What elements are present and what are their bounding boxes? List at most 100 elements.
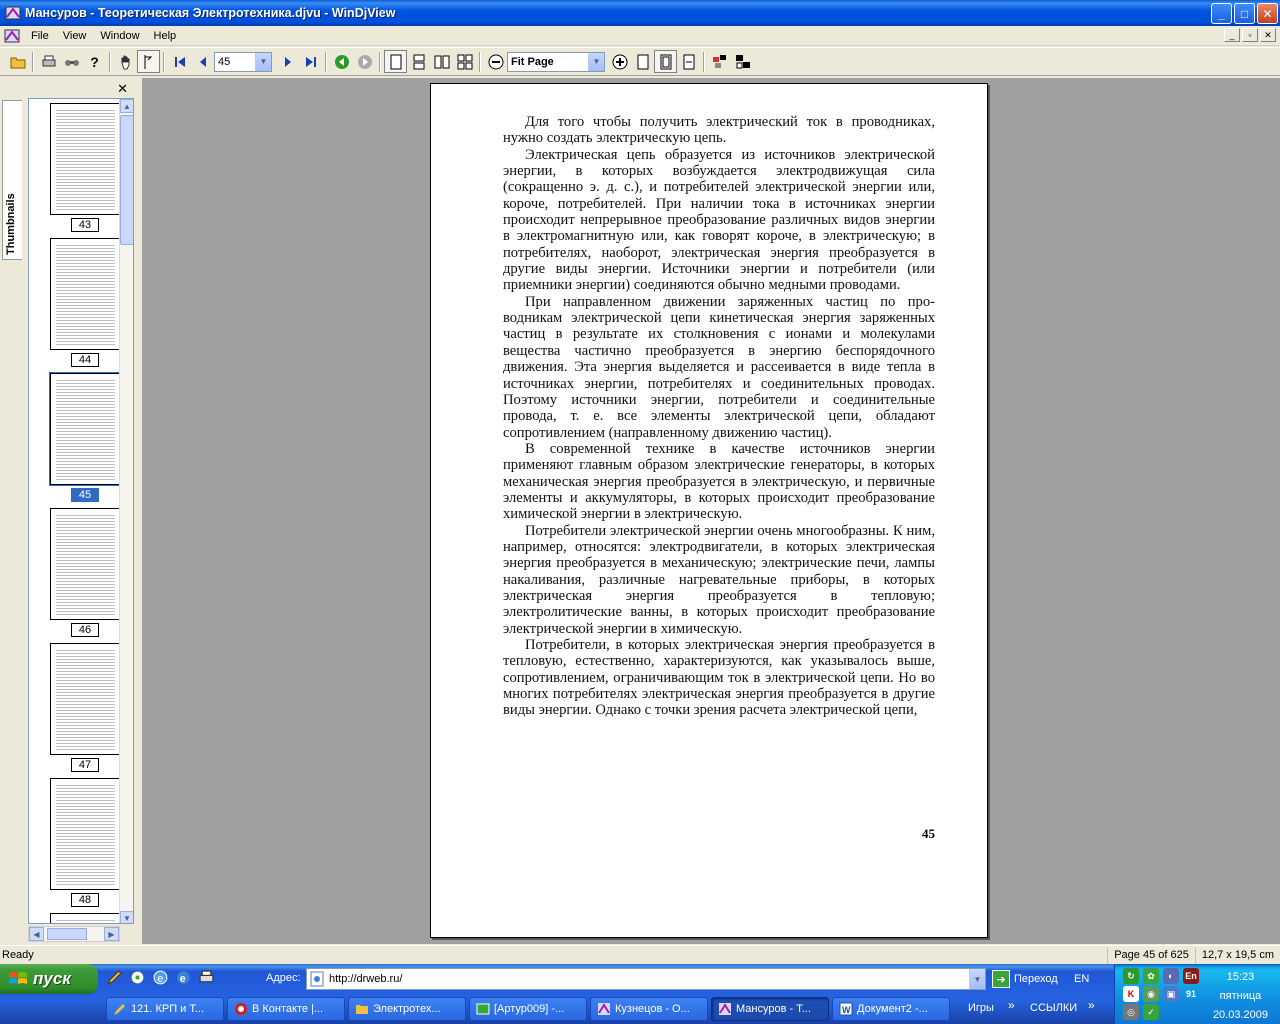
- zoom-combo[interactable]: Fit Page ▼: [507, 51, 605, 72]
- actual-size-icon[interactable]: [631, 50, 654, 73]
- kaspersky-icon[interactable]: K: [1123, 986, 1139, 1002]
- tab-thumbnails[interactable]: Thumbnails: [2, 100, 22, 260]
- thumbnail-43[interactable]: 43: [50, 103, 120, 232]
- help-icon[interactable]: ?: [83, 50, 106, 73]
- thumbnail-46[interactable]: 46: [50, 508, 120, 637]
- scrollbar-thumb[interactable]: [47, 928, 87, 940]
- open-folder-icon[interactable]: [6, 50, 29, 73]
- thumbnail-47[interactable]: 47: [50, 643, 120, 772]
- thumbnail-page[interactable]: [50, 913, 120, 923]
- close-button[interactable]: ✕: [1257, 3, 1278, 24]
- thumbnail-48[interactable]: 48: [50, 778, 120, 907]
- printer-icon[interactable]: [198, 969, 215, 986]
- task-button-active[interactable]: Мансуров - Т...: [711, 997, 829, 1021]
- language-icon[interactable]: En: [1183, 968, 1199, 984]
- chevron-down-icon[interactable]: ▼: [588, 52, 604, 71]
- thumbnail-45[interactable]: 45: [49, 372, 121, 502]
- antivirus-icon[interactable]: ◐: [1163, 968, 1179, 984]
- fit-width-icon[interactable]: [677, 50, 700, 73]
- thumbnail-page[interactable]: [50, 508, 120, 620]
- page-number-combo[interactable]: 45 ▼: [214, 51, 272, 72]
- address-input[interactable]: http://drweb.ru/: [329, 973, 969, 985]
- update-icon[interactable]: ◎: [1123, 1004, 1139, 1020]
- thumbnail-hscrollbar[interactable]: ◀ ▶: [28, 926, 120, 942]
- browser-icon[interactable]: e: [152, 969, 169, 986]
- icq-icon[interactable]: ✿: [1143, 968, 1159, 984]
- doc-close-button[interactable]: ✕: [1260, 28, 1276, 42]
- close-icon[interactable]: ✕: [117, 81, 128, 97]
- prev-page-icon[interactable]: [191, 50, 214, 73]
- nvidia-icon[interactable]: ◉: [1143, 986, 1159, 1002]
- clock[interactable]: 15:23 пятница 20.03.2009: [1213, 968, 1268, 1024]
- document-view[interactable]: Для того чтобы получить электрический то…: [142, 78, 1280, 944]
- back-icon[interactable]: [330, 50, 353, 73]
- toolbar-chevron-icon[interactable]: »: [1008, 998, 1015, 1012]
- tray-counter[interactable]: 91: [1183, 986, 1199, 1002]
- select-tool-icon[interactable]: [137, 50, 160, 73]
- task-button[interactable]: В Контакте |...: [227, 997, 345, 1021]
- refresh-icon[interactable]: ↻: [1123, 968, 1139, 984]
- maximize-button[interactable]: □: [1234, 3, 1255, 24]
- thumbnail-page[interactable]: [50, 103, 120, 215]
- document-page[interactable]: Для того чтобы получить электрический то…: [430, 83, 988, 938]
- task-button[interactable]: 121. КРП и Т...: [106, 997, 224, 1021]
- hand-tool-icon[interactable]: [114, 50, 137, 73]
- task-button[interactable]: [Артур009] -...: [469, 997, 587, 1021]
- menu-file[interactable]: File: [24, 28, 56, 44]
- thumbnail-page[interactable]: [50, 643, 120, 755]
- zoom-out-icon[interactable]: [484, 50, 507, 73]
- forward-icon[interactable]: [353, 50, 376, 73]
- thumbnail-49[interactable]: [50, 913, 120, 923]
- print-icon[interactable]: [37, 50, 60, 73]
- task-button[interactable]: Кузнецов - О...: [590, 997, 708, 1021]
- thumbnail-page[interactable]: [50, 238, 120, 350]
- find-icon[interactable]: [60, 50, 83, 73]
- thumbnail-44[interactable]: 44: [50, 238, 120, 367]
- layers-icon[interactable]: [731, 50, 754, 73]
- chevron-down-icon[interactable]: ▼: [255, 52, 271, 71]
- ie-icon[interactable]: e: [175, 969, 192, 986]
- thumbnail-scrollbar[interactable]: ▲ ▼: [119, 99, 133, 923]
- zoom-in-icon[interactable]: [608, 50, 631, 73]
- task-button[interactable]: Электротех...: [348, 997, 466, 1021]
- single-page-icon[interactable]: [384, 50, 407, 73]
- network-icon[interactable]: ▣: [1163, 986, 1179, 1002]
- thumbnail-list[interactable]: 43 44 45 46 47 48 ▲ ▼: [28, 98, 134, 924]
- games-toolbar[interactable]: Игры: [968, 1002, 994, 1014]
- scroll-left-icon[interactable]: ◀: [29, 927, 44, 941]
- chevron-down-icon[interactable]: ▼: [969, 969, 985, 989]
- minimize-button[interactable]: _: [1211, 3, 1232, 24]
- scroll-right-icon[interactable]: ▶: [104, 927, 119, 941]
- last-page-icon[interactable]: [299, 50, 322, 73]
- menu-window[interactable]: Window: [93, 28, 146, 44]
- page-number-value[interactable]: 45: [215, 56, 255, 68]
- menu-help[interactable]: Help: [147, 28, 184, 44]
- task-button[interactable]: W Документ2 -...: [832, 997, 950, 1021]
- display-mode-icon[interactable]: [708, 50, 731, 73]
- address-bar[interactable]: http://drweb.ru/ ▼: [306, 968, 986, 990]
- continuous-facing-icon[interactable]: [453, 50, 476, 73]
- language-indicator[interactable]: EN: [1074, 973, 1089, 985]
- links-toolbar[interactable]: ССЫЛКИ: [1030, 1002, 1077, 1014]
- scroll-down-icon[interactable]: ▼: [120, 911, 133, 923]
- doc-restore-button[interactable]: ▫: [1242, 28, 1258, 42]
- scrollbar-thumb[interactable]: [120, 115, 133, 245]
- toolbar-chevron-icon[interactable]: »: [1088, 998, 1095, 1012]
- thumbnail-page[interactable]: [49, 372, 121, 486]
- go-button[interactable]: ➔ Переход: [992, 970, 1058, 988]
- facing-icon[interactable]: [430, 50, 453, 73]
- menu-view[interactable]: View: [56, 28, 94, 44]
- document-icon[interactable]: [4, 28, 20, 44]
- security-icon[interactable]: ✓: [1143, 1004, 1159, 1020]
- network-icon[interactable]: [129, 969, 146, 986]
- next-page-icon[interactable]: [276, 50, 299, 73]
- first-page-icon[interactable]: [168, 50, 191, 73]
- continuous-icon[interactable]: [407, 50, 430, 73]
- doc-minimize-button[interactable]: _: [1224, 28, 1240, 42]
- zoom-value[interactable]: Fit Page: [508, 56, 588, 68]
- start-button[interactable]: пуск: [0, 964, 98, 994]
- fit-page-icon[interactable]: [654, 50, 677, 73]
- thumbnail-page[interactable]: [50, 778, 120, 890]
- pencil-icon[interactable]: [106, 969, 123, 986]
- scroll-up-icon[interactable]: ▲: [120, 99, 133, 113]
